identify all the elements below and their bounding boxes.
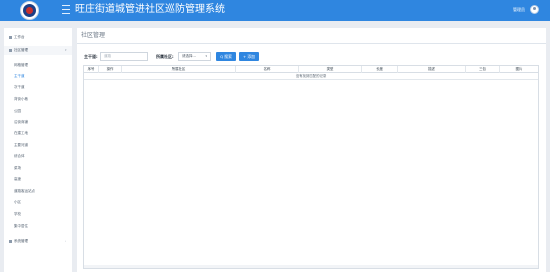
search-button[interactable]: Q 搜索	[216, 52, 236, 61]
column-header[interactable]: 名称	[236, 66, 299, 73]
sidebar-item-label: 工作台	[14, 35, 25, 39]
column-header[interactable]: 类型	[299, 66, 362, 73]
chevron-down-icon: ▾	[205, 54, 207, 58]
sidebar-item-main-road[interactable]: 主干道	[4, 72, 72, 81]
column-header[interactable]: 三包	[466, 66, 500, 73]
hamburger-icon[interactable]	[62, 5, 70, 14]
police-badge-icon	[20, 1, 39, 20]
community-filter-label: 所属社区:	[156, 54, 174, 59]
sidebar-item-shops[interactable]: 沿街商铺	[4, 118, 72, 127]
sidebar-item-label: 沿街商铺	[14, 120, 28, 124]
settings-icon	[9, 240, 12, 243]
app-header: 旺庄街道城管进社区巡防管理系统 管理员	[0, 0, 550, 21]
sidebar-item-label: 主要河道	[14, 143, 28, 147]
main-panel: 社区管理 主干道: 道路 所属社区: 请选择... ▾ Q 搜索 + 添加 序号…	[77, 28, 546, 272]
column-header[interactable]: 图片	[500, 66, 538, 73]
table-header: 序号 操作 所属社区 名称 类型 长度 描述 三包 图片	[84, 66, 538, 73]
road-filter-label: 主干道:	[84, 54, 98, 59]
sidebar-item-market[interactable]: 菜场	[4, 164, 72, 173]
sidebar-item-label: 道路客运站点	[14, 189, 35, 193]
user-name[interactable]: 管理员	[513, 7, 525, 12]
sidebar-item-label: 菜场	[14, 166, 21, 170]
sidebar-group-system[interactable]: 系统管理 ›	[4, 237, 72, 246]
records-table: 序号 操作 所属社区 名称 类型 长度 描述 三包 图片 没有找到匹配的记录	[83, 65, 539, 269]
sidebar-item-construction[interactable]: 在建工地	[4, 129, 72, 138]
sidebar-item-label: 网格管理	[14, 63, 28, 67]
page-title: 社区管理	[81, 32, 106, 39]
sidebar-item-grid[interactable]: 网格管理	[4, 61, 72, 70]
sidebar-item-label: 公园	[14, 109, 21, 113]
sidebar-item-river[interactable]: 主要河道	[4, 141, 72, 150]
sidebar-item-workbench[interactable]: 工作台	[4, 33, 72, 42]
chevron-right-icon: ›	[65, 239, 67, 243]
chevron-down-icon: ▾	[65, 48, 67, 52]
sidebar-item-residence[interactable]: 小区	[4, 198, 72, 207]
home-icon	[9, 36, 12, 39]
folder-icon	[9, 49, 12, 52]
sidebar-group-label: 社区管理	[14, 48, 28, 52]
sidebar-item-bus-station[interactable]: 道路客运站点	[4, 187, 72, 196]
sidebar-item-label: 背街小巷	[14, 97, 28, 101]
sidebar: 工作台 社区管理 ▾ 网格管理 主干道 次干道 背街小巷 公园 沿街商铺 在建工…	[4, 28, 72, 272]
sidebar-item-park[interactable]: 公园	[4, 107, 72, 116]
sidebar-item-label: 学校	[14, 212, 21, 216]
sidebar-item-label: 集中居住	[14, 224, 28, 228]
sidebar-group-community[interactable]: 社区管理 ▾	[4, 46, 72, 55]
road-search-input[interactable]: 道路	[100, 52, 148, 61]
column-header[interactable]: 序号	[84, 66, 99, 73]
column-header[interactable]: 所属社区	[122, 66, 236, 73]
user-avatar-icon[interactable]	[530, 5, 539, 14]
sidebar-item-housing[interactable]: 集中居住	[4, 222, 72, 231]
sidebar-item-label: 主干道	[14, 74, 25, 78]
sidebar-item-highway[interactable]: 高速	[4, 175, 72, 184]
sidebar-item-label: 高速	[14, 177, 21, 181]
app-title: 旺庄街道城管进社区巡防管理系统	[75, 4, 225, 15]
community-select[interactable]: 请选择... ▾	[178, 52, 211, 61]
sidebar-item-label: 综合体	[14, 154, 25, 158]
sidebar-item-label: 小区	[14, 200, 21, 204]
sidebar-item-complex[interactable]: 综合体	[4, 152, 72, 161]
sidebar-item-secondary-road[interactable]: 次干道	[4, 83, 72, 92]
column-header[interactable]: 描述	[398, 66, 466, 73]
sidebar-item-label: 次干道	[14, 85, 25, 89]
sidebar-item-alley[interactable]: 背街小巷	[4, 95, 72, 104]
horizontal-scrollbar[interactable]	[84, 265, 538, 268]
sidebar-group-label: 系统管理	[14, 239, 28, 243]
divider	[77, 43, 546, 44]
sidebar-item-label: 在建工地	[14, 131, 28, 135]
empty-message: 没有找到匹配的记录	[84, 73, 538, 80]
sidebar-item-school[interactable]: 学校	[4, 210, 72, 219]
community-select-value: 请选择...	[182, 54, 196, 58]
column-header[interactable]: 操作	[99, 66, 122, 73]
add-button[interactable]: + 添加	[239, 52, 259, 61]
column-header[interactable]: 长度	[362, 66, 398, 73]
